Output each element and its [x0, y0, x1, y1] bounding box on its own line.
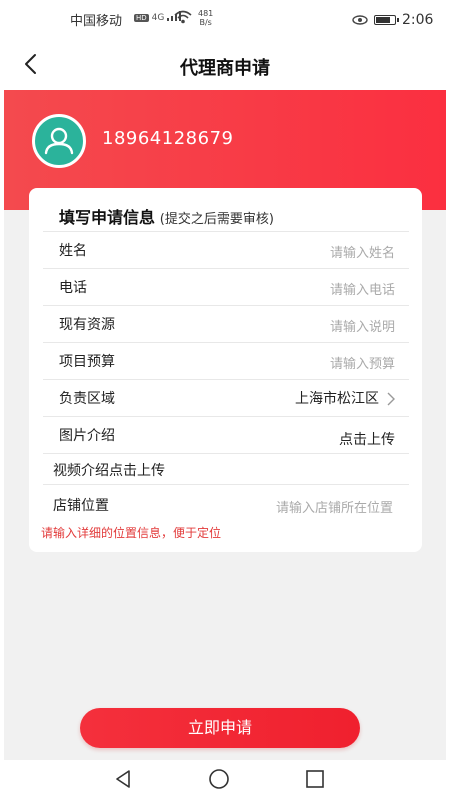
field-name[interactable]: 姓名 请输入姓名 — [43, 231, 409, 268]
form-title-main: 填写申请信息 — [59, 208, 156, 227]
hd-badge: HD — [134, 14, 149, 22]
speed-unit: B/s — [199, 18, 212, 27]
avatar — [32, 114, 86, 168]
page-title: 代理商申请 — [180, 58, 270, 79]
network-type: 4G — [151, 13, 165, 23]
eye-icon — [352, 15, 368, 25]
battery-fill — [376, 17, 390, 23]
clock: 2:06 — [402, 12, 434, 28]
field-label: 视频介绍点击上传 — [53, 460, 165, 480]
field-label: 项目预算 — [59, 354, 115, 370]
field-images[interactable]: 图片介绍 点击上传 — [43, 416, 409, 453]
budget-input[interactable]: 请输入预算 — [330, 353, 395, 372]
battery-icon — [374, 15, 399, 25]
back-triangle-icon[interactable] — [112, 768, 134, 790]
name-input[interactable]: 请输入姓名 — [330, 242, 395, 261]
nav-bar: 代理商申请 — [0, 42, 450, 90]
field-budget[interactable]: 项目预算 请输入预算 — [43, 342, 409, 379]
field-label: 负责区域 — [59, 391, 115, 407]
video-upload-button[interactable]: 点击上传 — [109, 463, 165, 479]
form-title: 填写申请信息 (提交之后需要审核) — [59, 204, 274, 228]
network-speed: 481 B/s — [198, 9, 213, 27]
location-input[interactable]: 请输入店铺所在位置 — [276, 497, 393, 516]
field-location[interactable]: 店铺位置 请输入店铺所在位置 — [43, 484, 409, 524]
field-region[interactable]: 负责区域 上海市松江区 — [43, 379, 409, 416]
region-select[interactable]: 上海市松江区 — [295, 388, 379, 408]
submit-button[interactable]: 立即申请 — [80, 708, 360, 748]
field-video[interactable]: 视频介绍点击上传 — [43, 453, 409, 484]
image-upload-button[interactable]: 点击上传 — [339, 429, 395, 449]
phone-input[interactable]: 请输入电话 — [330, 279, 395, 298]
system-nav-bar — [0, 760, 450, 800]
chevron-right-icon — [387, 392, 395, 406]
user-icon — [44, 127, 74, 155]
recents-square-icon[interactable] — [304, 768, 326, 790]
resources-input[interactable]: 请输入说明 — [330, 316, 395, 335]
field-label: 姓名 — [59, 243, 87, 259]
speed-value: 481 — [198, 9, 214, 18]
carrier-label: 中国移动 — [70, 14, 123, 29]
field-label: 图片介绍 — [59, 428, 115, 444]
home-circle-icon[interactable] — [208, 768, 230, 790]
application-form-card: 填写申请信息 (提交之后需要审核) 姓名 请输入姓名 电话 请输入电话 现有资源… — [29, 188, 422, 552]
user-phone: 18964128679 — [102, 128, 234, 149]
status-bar: 中国移动 HD 4G 481 B/s 2:06 — [0, 0, 450, 42]
field-label: 店铺位置 — [53, 498, 109, 514]
field-label: 现有资源 — [59, 317, 115, 333]
wifi-icon — [174, 10, 192, 24]
video-label: 视频介绍 — [53, 463, 109, 479]
field-resources[interactable]: 现有资源 请输入说明 — [43, 305, 409, 342]
location-hint: 请输入详细的位置信息，便于定位 — [41, 526, 222, 540]
field-label: 电话 — [59, 280, 87, 296]
field-phone[interactable]: 电话 请输入电话 — [43, 268, 409, 305]
form-title-note: (提交之后需要审核) — [159, 212, 274, 227]
